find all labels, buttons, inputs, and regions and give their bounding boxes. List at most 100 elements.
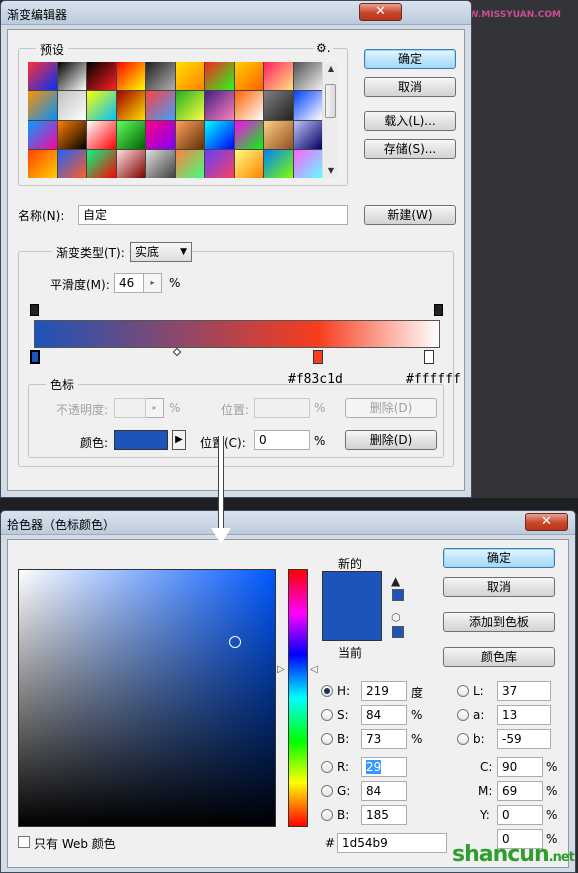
preset-swatch[interactable] — [28, 91, 57, 120]
smoothness-input[interactable]: 46 — [114, 273, 144, 293]
hue-slider-left-arrow-icon[interactable]: ▷ — [277, 664, 285, 675]
blue-radio[interactable] — [321, 809, 333, 821]
magenta-input[interactable]: 69 — [497, 781, 543, 801]
preset-swatch[interactable] — [116, 149, 145, 178]
color-stop-blue[interactable] — [30, 350, 40, 364]
close-button[interactable]: ✕ — [359, 3, 402, 21]
load-button[interactable]: 载入(L)... — [364, 111, 456, 131]
color-cursor-icon[interactable] — [229, 636, 241, 648]
picker-close-button[interactable]: ✕ — [525, 513, 568, 531]
current-color-preview[interactable] — [322, 607, 382, 641]
color-libraries-button[interactable]: 颜色库 — [443, 647, 555, 667]
preset-menu-icon[interactable]: ⚙. — [314, 41, 333, 55]
lightness-input[interactable]: 37 — [497, 681, 551, 701]
preset-swatch[interactable] — [28, 149, 57, 178]
name-input[interactable]: 自定 — [78, 205, 348, 225]
preset-swatch[interactable] — [175, 120, 204, 149]
preset-swatch[interactable] — [87, 120, 116, 149]
preset-swatch[interactable] — [234, 91, 263, 120]
web-only-checkbox[interactable] — [18, 836, 30, 848]
preset-swatch[interactable] — [205, 149, 234, 178]
preset-swatch[interactable] — [234, 62, 263, 91]
preset-swatch[interactable] — [293, 91, 322, 120]
saturation-radio[interactable] — [321, 709, 333, 721]
color-delete-button[interactable]: 删除(D) — [345, 430, 437, 450]
b-channel-input[interactable]: -59 — [497, 729, 551, 749]
preset-swatch[interactable] — [28, 120, 57, 149]
a-channel-radio[interactable] — [457, 709, 469, 721]
hue-slider[interactable] — [288, 569, 308, 827]
preset-swatch[interactable] — [205, 120, 234, 149]
color-picker-titlebar[interactable]: 拾色器（色标颜色） ✕ — [1, 511, 575, 535]
preset-swatch[interactable] — [205, 62, 234, 91]
preset-swatch[interactable] — [234, 149, 263, 178]
preset-swatch[interactable] — [57, 149, 86, 178]
preset-swatch[interactable] — [264, 91, 293, 120]
preset-swatch[interactable] — [146, 91, 175, 120]
green-radio[interactable] — [321, 785, 333, 797]
red-input[interactable]: 29 — [361, 757, 407, 777]
yellow-input[interactable]: 0 — [497, 805, 543, 825]
saturation-input[interactable]: 84 — [361, 705, 407, 725]
preset-swatch[interactable] — [28, 62, 57, 91]
preset-swatch[interactable] — [57, 62, 86, 91]
green-input[interactable]: 84 — [361, 781, 407, 801]
preset-swatch[interactable] — [175, 91, 204, 120]
preset-swatch[interactable] — [205, 91, 234, 120]
preset-swatch[interactable] — [146, 120, 175, 149]
preset-swatch[interactable] — [116, 62, 145, 91]
brightness-input[interactable]: 73 — [361, 729, 407, 749]
hue-input[interactable]: 219 — [361, 681, 407, 701]
color-location-input[interactable]: 0 — [254, 430, 310, 450]
ok-button[interactable]: 确定 — [364, 49, 456, 69]
preset-swatch[interactable] — [116, 91, 145, 120]
hue-slider-right-arrow-icon[interactable]: ◁ — [310, 664, 318, 675]
preset-swatch[interactable] — [57, 120, 86, 149]
preset-swatch[interactable] — [264, 120, 293, 149]
color-stop-white[interactable] — [424, 350, 434, 364]
opacity-stop-right[interactable] — [434, 304, 443, 316]
preset-swatch[interactable] — [293, 120, 322, 149]
lightness-radio[interactable] — [457, 685, 469, 697]
save-button[interactable]: 存储(S)... — [364, 139, 456, 159]
hue-radio[interactable] — [321, 685, 333, 697]
preset-swatch[interactable] — [175, 62, 204, 91]
web-safe-cube-icon[interactable]: ⬡ — [391, 611, 401, 624]
preset-swatch[interactable] — [264, 149, 293, 178]
gradient-type-dropdown[interactable]: 实底 ▼ — [130, 242, 192, 262]
scroll-down-icon[interactable]: ▼ — [323, 164, 339, 178]
blue-input[interactable]: 185 — [361, 805, 407, 825]
saturation-brightness-field[interactable] — [18, 569, 276, 827]
preset-swatch[interactable] — [293, 62, 322, 91]
preset-swatch[interactable] — [146, 149, 175, 178]
scroll-up-icon[interactable]: ▲ — [323, 62, 339, 76]
presets-scrollbar[interactable]: ▲ ▼ — [322, 62, 338, 178]
scrollbar-thumb[interactable] — [325, 84, 336, 118]
preset-swatch[interactable] — [146, 62, 175, 91]
preset-swatch[interactable] — [87, 62, 116, 91]
cyan-input[interactable]: 90 — [497, 757, 543, 777]
stop-color-well[interactable] — [114, 430, 168, 450]
hex-input[interactable]: 1d54b9 — [337, 833, 447, 853]
red-radio[interactable] — [321, 761, 333, 773]
preset-swatch[interactable] — [293, 149, 322, 178]
picker-cancel-button[interactable]: 取消 — [443, 577, 555, 597]
gradient-preview-bar[interactable] — [34, 320, 440, 348]
preset-swatch[interactable] — [234, 120, 263, 149]
cancel-button[interactable]: 取消 — [364, 77, 456, 97]
brightness-radio[interactable] — [321, 733, 333, 745]
b-channel-radio[interactable] — [457, 733, 469, 745]
preset-swatch[interactable] — [116, 120, 145, 149]
add-to-swatches-button[interactable]: 添加到色板 — [443, 612, 555, 632]
gamut-swatch[interactable] — [392, 589, 404, 601]
gamut-warning-icon[interactable]: ▲ — [391, 574, 400, 588]
color-menu-arrow-icon[interactable]: ▶ — [172, 430, 186, 450]
picker-ok-button[interactable]: 确定 — [443, 548, 555, 568]
a-channel-input[interactable]: 13 — [497, 705, 551, 725]
gradient-editor-titlebar[interactable]: 渐变编辑器 ✕ — [1, 1, 471, 25]
preset-swatch[interactable] — [264, 62, 293, 91]
opacity-stop-left[interactable] — [30, 304, 39, 316]
web-safe-swatch[interactable] — [392, 626, 404, 638]
smoothness-stepper-icon[interactable]: ▸ — [144, 273, 162, 293]
color-stop-red[interactable] — [313, 350, 323, 364]
